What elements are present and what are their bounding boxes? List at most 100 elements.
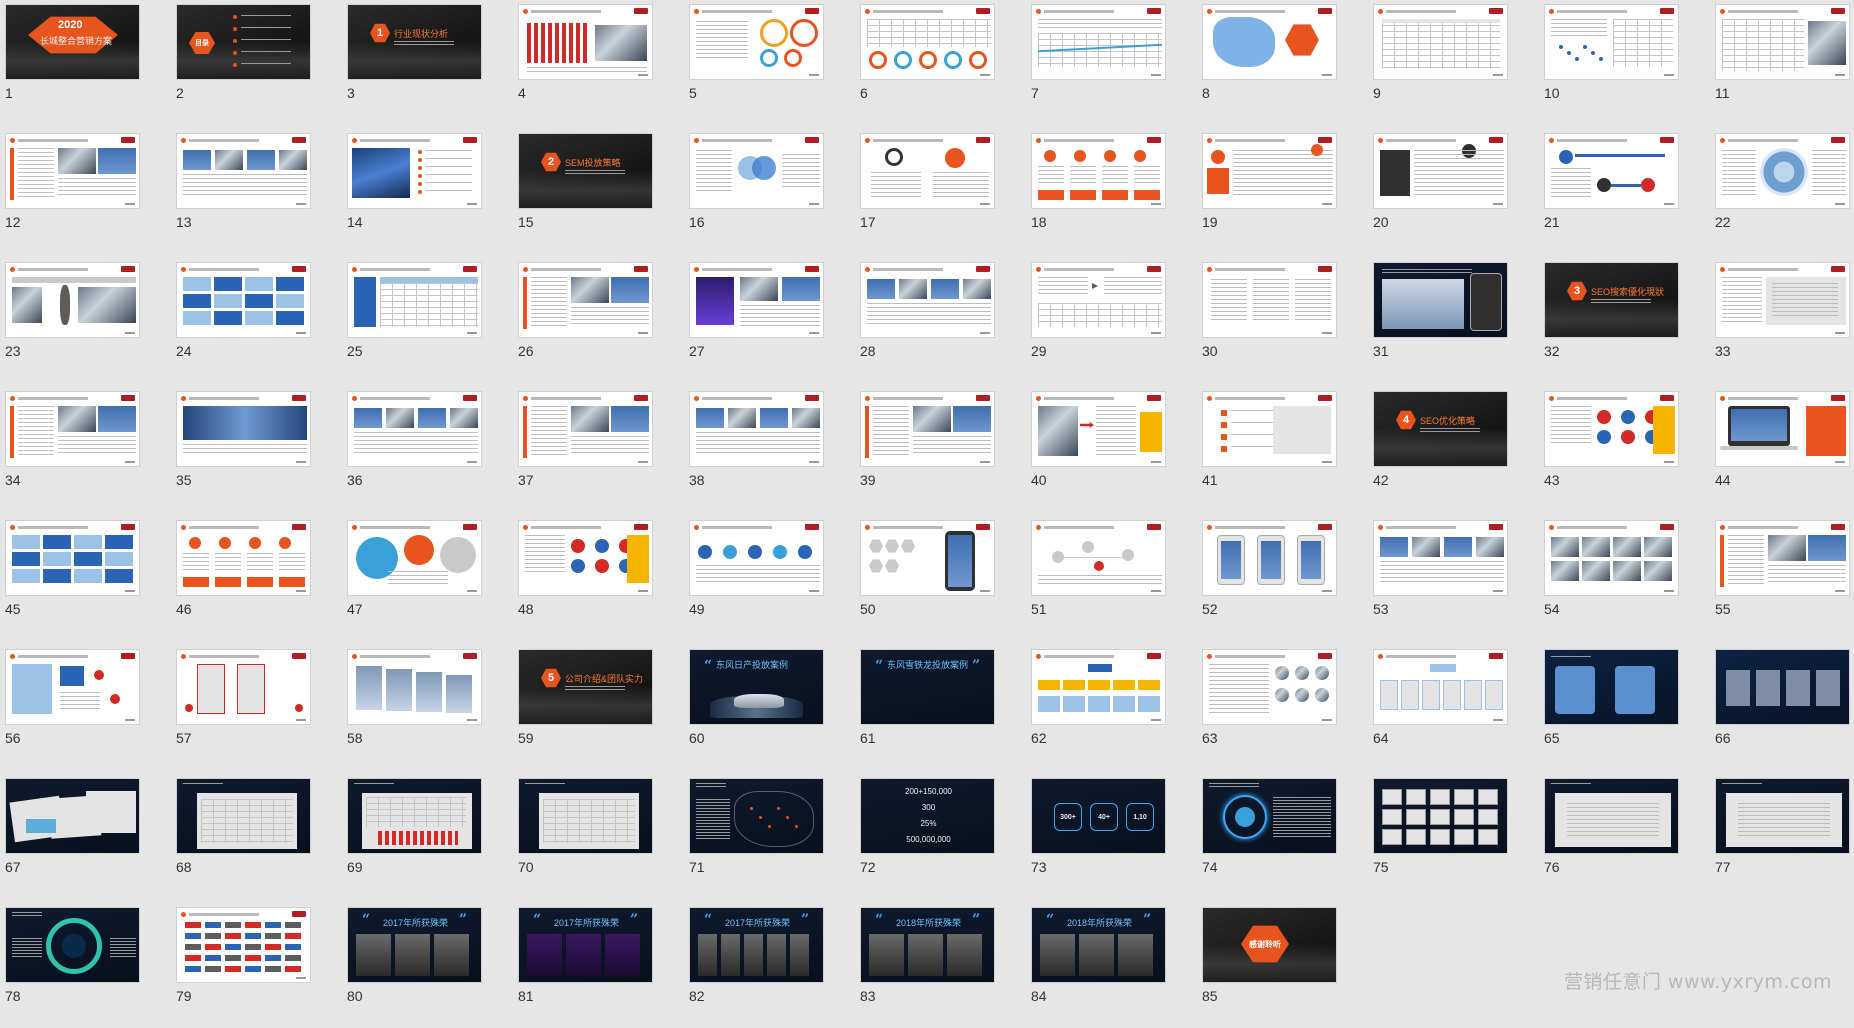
slide-thumbnail-cell[interactable]: 75 [1373, 778, 1508, 899]
slide-thumbnail[interactable] [518, 778, 653, 854]
slide-thumbnail-cell[interactable]: 25 [347, 262, 482, 383]
slide-thumbnail[interactable] [689, 133, 824, 209]
slide-thumbnail[interactable] [518, 262, 653, 338]
slide-thumbnail[interactable] [1544, 520, 1679, 596]
slide-thumbnail[interactable] [1544, 778, 1679, 854]
slide-thumbnail-cell[interactable]: 18 [1031, 133, 1166, 254]
slide-thumbnail-cell[interactable]: 6 [860, 4, 995, 125]
slide-thumbnail-cell[interactable]: 47 [347, 520, 482, 641]
slide-thumbnail-cell[interactable]: 54 [1544, 520, 1679, 641]
slide-thumbnail[interactable]: 1行业现状分析 [347, 4, 482, 80]
slide-thumbnail[interactable]: “2017年所获殊荣” [689, 907, 824, 983]
slide-thumbnail[interactable] [1715, 133, 1850, 209]
slide-thumbnail-cell[interactable]: 52 [1202, 520, 1337, 641]
slide-thumbnail[interactable] [5, 133, 140, 209]
slide-thumbnail-cell[interactable]: 74 [1202, 778, 1337, 899]
slide-thumbnail-cell[interactable]: 31 [1373, 262, 1508, 383]
slide-thumbnail[interactable] [347, 391, 482, 467]
slide-thumbnail-cell[interactable]: 37 [518, 391, 653, 512]
slide-thumbnail-cell[interactable]: 感谢聆听85 [1202, 907, 1337, 1028]
slide-thumbnail[interactable] [347, 133, 482, 209]
slide-thumbnail-cell[interactable]: 28 [860, 262, 995, 383]
slide-thumbnail[interactable] [1715, 4, 1850, 80]
slide-thumbnail-cell[interactable]: 26 [518, 262, 653, 383]
slide-thumbnail-cell[interactable]: “2017年所获殊荣”82 [689, 907, 824, 1028]
slide-thumbnail-cell[interactable]: 50 [860, 520, 995, 641]
slide-thumbnail[interactable] [5, 262, 140, 338]
slide-thumbnail[interactable]: “2017年所获殊荣” [347, 907, 482, 983]
slide-thumbnail-cell[interactable]: 29 [1031, 262, 1166, 383]
slide-thumbnail[interactable] [860, 262, 995, 338]
slide-thumbnail[interactable] [1715, 778, 1850, 854]
slide-thumbnail-cell[interactable]: 7 [1031, 4, 1166, 125]
slide-thumbnail-cell[interactable]: 66 [1715, 649, 1850, 770]
slide-thumbnail-cell[interactable]: 62 [1031, 649, 1166, 770]
slide-thumbnail[interactable] [689, 4, 824, 80]
slide-thumbnail-cell[interactable]: 53 [1373, 520, 1508, 641]
slide-thumbnail-cell[interactable]: 19 [1202, 133, 1337, 254]
slide-thumbnail-cell[interactable]: 17 [860, 133, 995, 254]
slide-thumbnail[interactable]: 300+40+1,10 [1031, 778, 1166, 854]
slide-thumbnail[interactable] [176, 907, 311, 983]
slide-thumbnail-cell[interactable]: 44 [1715, 391, 1850, 512]
slide-thumbnail-cell[interactable]: 39 [860, 391, 995, 512]
slide-thumbnail[interactable] [860, 4, 995, 80]
slide-thumbnail-cell[interactable]: 68 [176, 778, 311, 899]
slide-thumbnail[interactable] [860, 520, 995, 596]
slide-thumbnail-cell[interactable]: 3SEO搜索優化現狀32 [1544, 262, 1679, 383]
slide-thumbnail-cell[interactable]: 4 [518, 4, 653, 125]
slide-thumbnail-cell[interactable]: 56 [5, 649, 140, 770]
slide-thumbnail[interactable] [5, 649, 140, 725]
slide-thumbnail[interactable] [1202, 649, 1337, 725]
slide-thumbnail[interactable] [1031, 262, 1166, 338]
slide-thumbnail[interactable] [689, 391, 824, 467]
slide-thumbnail-cell[interactable]: “2018年所获殊荣”83 [860, 907, 995, 1028]
slide-thumbnail-cell[interactable]: 58 [347, 649, 482, 770]
slide-thumbnail-cell[interactable]: 24 [176, 262, 311, 383]
slide-thumbnail-cell[interactable]: 77 [1715, 778, 1850, 899]
slide-thumbnail[interactable] [347, 778, 482, 854]
slide-thumbnail[interactable] [518, 391, 653, 467]
slide-thumbnail-cell[interactable]: 1行业现状分析3 [347, 4, 482, 125]
slide-thumbnail[interactable] [689, 520, 824, 596]
slide-thumbnail[interactable] [176, 649, 311, 725]
slide-thumbnail[interactable] [1373, 262, 1508, 338]
slide-thumbnail-cell[interactable]: 27 [689, 262, 824, 383]
slide-thumbnail-cell[interactable]: 200+150,00030025%500,000,00072 [860, 778, 995, 899]
slide-thumbnail[interactable] [5, 778, 140, 854]
slide-thumbnail-cell[interactable]: 64 [1373, 649, 1508, 770]
slide-thumbnail-cell[interactable]: 79 [176, 907, 311, 1028]
slide-thumbnail[interactable] [1544, 649, 1679, 725]
slide-thumbnail-cell[interactable]: 76 [1544, 778, 1679, 899]
slide-thumbnail-cell[interactable]: 55 [1715, 520, 1850, 641]
slide-thumbnail-cell[interactable]: “2017年所获殊荣”81 [518, 907, 653, 1028]
slide-thumbnail-cell[interactable]: 8 [1202, 4, 1337, 125]
slide-thumbnail-cell[interactable]: 49 [689, 520, 824, 641]
slide-thumbnail[interactable] [689, 262, 824, 338]
slide-thumbnail-cell[interactable]: 78 [5, 907, 140, 1028]
slide-thumbnail[interactable]: 目录 [176, 4, 311, 80]
slide-thumbnail-cell[interactable]: 4SEO优化策略42 [1373, 391, 1508, 512]
slide-thumbnail[interactable] [1031, 4, 1166, 80]
slide-thumbnail-cell[interactable]: 51 [1031, 520, 1166, 641]
slide-thumbnail[interactable] [1202, 4, 1337, 80]
slide-thumbnail-cell[interactable]: 45 [5, 520, 140, 641]
slide-thumbnail-cell[interactable]: 71 [689, 778, 824, 899]
slide-thumbnail[interactable] [1544, 4, 1679, 80]
slide-thumbnail-cell[interactable]: 9 [1373, 4, 1508, 125]
slide-thumbnail[interactable]: 感谢聆听 [1202, 907, 1337, 983]
slide-thumbnail[interactable] [1373, 649, 1508, 725]
slide-thumbnail[interactable]: “东风雪铁龙投放案例” [860, 649, 995, 725]
slide-thumbnail[interactable] [1715, 649, 1850, 725]
slide-thumbnail-cell[interactable]: 41 [1202, 391, 1337, 512]
slide-thumbnail[interactable] [176, 778, 311, 854]
slide-thumbnail[interactable]: 3SEO搜索優化現狀 [1544, 262, 1679, 338]
slide-thumbnail-cell[interactable]: 46 [176, 520, 311, 641]
slide-thumbnail-cell[interactable]: 14 [347, 133, 482, 254]
slide-thumbnail-cell[interactable]: 10 [1544, 4, 1679, 125]
slide-thumbnail[interactable] [1373, 133, 1508, 209]
slide-thumbnail[interactable] [1202, 391, 1337, 467]
slide-thumbnail[interactable]: “2017年所获殊荣” [518, 907, 653, 983]
slide-thumbnail-cell[interactable]: 57 [176, 649, 311, 770]
slide-thumbnail[interactable] [860, 391, 995, 467]
